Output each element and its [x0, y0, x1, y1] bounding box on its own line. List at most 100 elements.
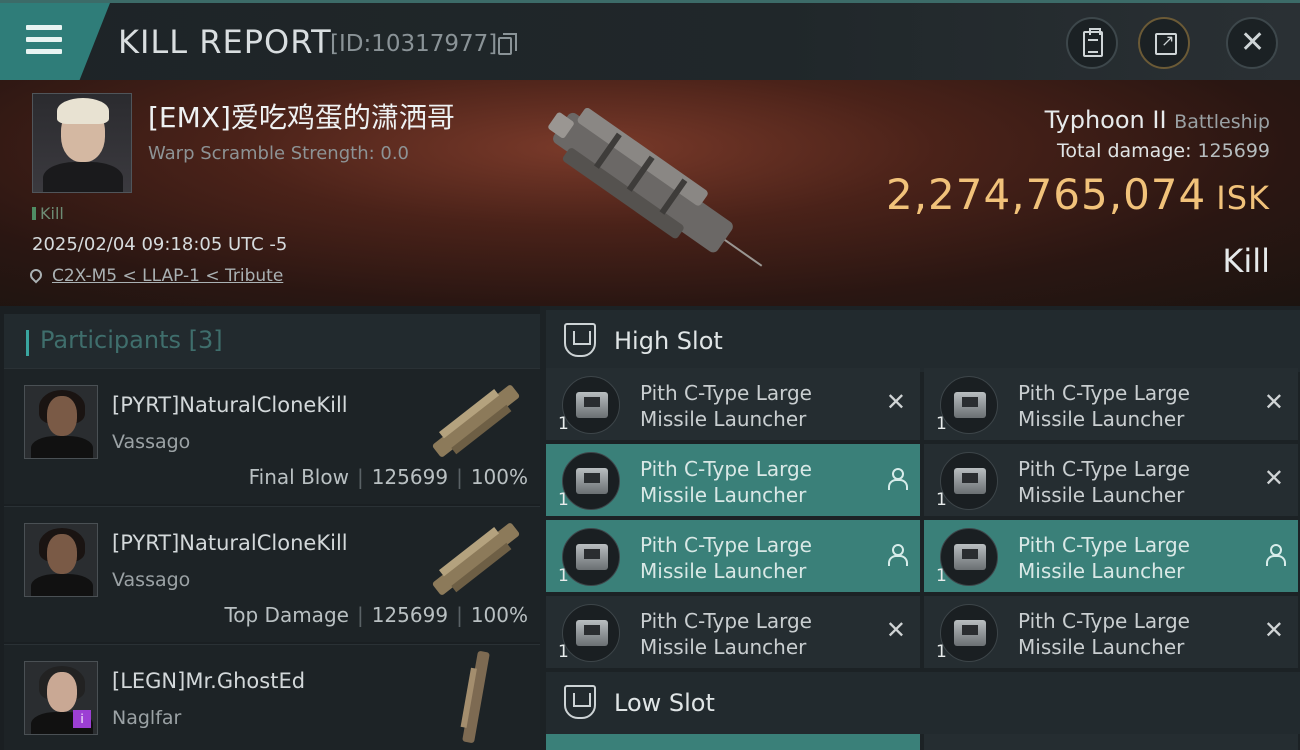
victim-avatar[interactable]	[32, 93, 132, 193]
dropped-person-icon	[888, 544, 908, 566]
module-name: Pith C-Type Large Missile Launcher	[1018, 533, 1190, 583]
destroyed-icon: ✕	[1263, 388, 1284, 416]
clipboard-button[interactable]	[1066, 17, 1118, 69]
kill-tag: Kill	[32, 204, 64, 223]
module-item[interactable]: 1 Pith C-Type Large Missile Launcher	[546, 444, 920, 516]
participant-ship: Vassago	[112, 431, 191, 453]
isk-amount: 2,274,765,074	[885, 170, 1207, 219]
module-item-partial[interactable]	[546, 734, 920, 750]
close-button[interactable]: ✕	[1226, 17, 1278, 69]
participant-ship-image	[460, 651, 490, 743]
low-slot-label: Low Slot	[614, 689, 715, 717]
module-item[interactable]: 1 Pith C-Type Large Missile Launcher ✕	[924, 596, 1298, 668]
participant-name: [LEGN]Mr.GhostEd	[112, 669, 306, 693]
module-quantity: 1	[936, 566, 947, 586]
total-damage: Total damage: 125699	[1057, 140, 1270, 162]
report-id: [ID:10317977]	[330, 31, 498, 57]
participant-percent: 100%	[470, 603, 528, 627]
participant-avatar[interactable]	[24, 523, 98, 597]
participant-ship: Naglfar	[112, 707, 182, 729]
copy-icon[interactable]	[498, 33, 517, 55]
total-damage-label: Total damage:	[1057, 140, 1192, 162]
module-item[interactable]: 1 Pith C-Type Large Missile Launcher	[924, 520, 1298, 592]
participant-damage: 125699	[371, 603, 449, 627]
module-name: Pith C-Type Large Missile Launcher	[640, 457, 812, 507]
module-name: Pith C-Type Large Missile Launcher	[640, 609, 812, 659]
module-item[interactable]: 1 Pith C-Type Large Missile Launcher	[546, 520, 920, 592]
participants-count: [3]	[188, 326, 223, 354]
dropped-person-icon	[888, 468, 908, 490]
result-label: Kill	[1222, 242, 1270, 280]
missile-launcher-icon	[940, 452, 998, 510]
module-item[interactable]: 1 Pith C-Type Large Missile Launcher ✕	[924, 444, 1298, 516]
participant-row[interactable]: [PYRT]NaturalCloneKill Vassago Top Damag…	[4, 506, 540, 642]
module-quantity: 1	[558, 414, 569, 434]
victim-name: [EMX]爱吃鸡蛋的潇洒哥	[148, 101, 455, 134]
module-name: Pith C-Type Large Missile Launcher	[640, 533, 812, 583]
participant-role: Top Damage	[224, 603, 349, 627]
participant-ship: Vassago	[112, 569, 191, 591]
ship-name-text: Typhoon II	[1044, 106, 1167, 134]
low-slot-header: Low Slot	[546, 672, 1300, 734]
high-slot-icon	[564, 323, 596, 357]
page-title: KILL REPORT	[118, 23, 332, 61]
participant-stats: Final Blow | 125699 | 100%	[248, 465, 528, 489]
module-item[interactable]: 1 Pith C-Type Large Missile Launcher ✕	[546, 368, 920, 440]
high-slot-label: High Slot	[614, 327, 723, 355]
ship-class-text: Battleship	[1174, 111, 1270, 133]
module-item-partial[interactable]	[924, 734, 1298, 750]
victim-panel: [EMX]爱吃鸡蛋的潇洒哥 Warp Scramble Strength: 0.…	[0, 80, 1300, 306]
destroyed-icon: ✕	[1263, 464, 1284, 492]
module-item[interactable]: 1 Pith C-Type Large Missile Launcher ✕	[546, 596, 920, 668]
participant-row[interactable]: i [LEGN]Mr.GhostEd Naglfar	[4, 644, 540, 750]
destroyed-icon: ✕	[1263, 616, 1284, 644]
missile-launcher-icon	[562, 376, 620, 434]
dropped-person-icon	[1266, 544, 1286, 566]
participant-row[interactable]: [PYRT]NaturalCloneKill Vassago Final Blo…	[4, 368, 540, 504]
destroyed-icon: ✕	[885, 616, 906, 644]
module-quantity: 1	[558, 642, 569, 662]
module-quantity: 1	[936, 642, 947, 662]
participant-ship-image	[432, 523, 520, 595]
hamburger-icon	[26, 25, 62, 55]
missile-launcher-icon	[940, 604, 998, 662]
kill-location[interactable]: C2X-M5 < LLAP-1 < Tribute	[27, 266, 283, 286]
low-slot-icon	[564, 685, 596, 719]
isk-value: 2,274,765,074 ISK	[886, 170, 1270, 219]
module-item[interactable]: 1 Pith C-Type Large Missile Launcher ✕	[924, 368, 1298, 440]
total-damage-value: 125699	[1197, 140, 1270, 162]
clipboard-icon	[1083, 28, 1103, 57]
share-button[interactable]	[1138, 17, 1190, 69]
participants-panel: Participants [3] [PYRT]NaturalCloneKill …	[0, 306, 540, 750]
module-quantity: 1	[936, 490, 947, 510]
header-bar: KILL REPORT [ID:10317977] ✕	[0, 0, 1300, 81]
participant-ship-image	[432, 385, 520, 457]
participants-label: Participants	[40, 326, 181, 354]
participant-damage: 125699	[371, 465, 449, 489]
participant-name: [PYRT]NaturalCloneKill	[112, 531, 348, 555]
missile-launcher-icon	[562, 604, 620, 662]
victim-ship-name: Typhoon II Battleship	[1045, 106, 1270, 134]
participant-stats: Top Damage | 125699 | 100%	[224, 603, 528, 627]
missile-launcher-icon	[562, 528, 620, 586]
participant-name: [PYRT]NaturalCloneKill	[112, 393, 348, 417]
warp-scramble-strength: Warp Scramble Strength: 0.0	[148, 143, 410, 164]
location-link[interactable]: C2X-M5 < LLAP-1 < Tribute	[52, 266, 283, 286]
module-quantity: 1	[558, 566, 569, 586]
close-icon: ✕	[1240, 25, 1266, 60]
high-slot-header: High Slot	[546, 310, 1300, 372]
participants-header: Participants [3]	[4, 314, 540, 368]
isk-unit: ISK	[1216, 179, 1270, 217]
participant-avatar[interactable]	[24, 385, 98, 459]
victim-ship-image	[548, 108, 763, 267]
module-name: Pith C-Type Large Missile Launcher	[1018, 609, 1190, 659]
location-pin-icon	[27, 266, 45, 284]
missile-launcher-icon	[940, 528, 998, 586]
kill-timestamp: 2025/02/04 09:18:05 UTC -5	[32, 234, 288, 255]
info-badge-icon: i	[73, 710, 91, 728]
module-quantity: 1	[936, 414, 947, 434]
share-icon	[1155, 31, 1177, 55]
menu-button[interactable]	[0, 3, 110, 81]
participant-percent: 100%	[470, 465, 528, 489]
participant-avatar[interactable]: i	[24, 661, 98, 735]
